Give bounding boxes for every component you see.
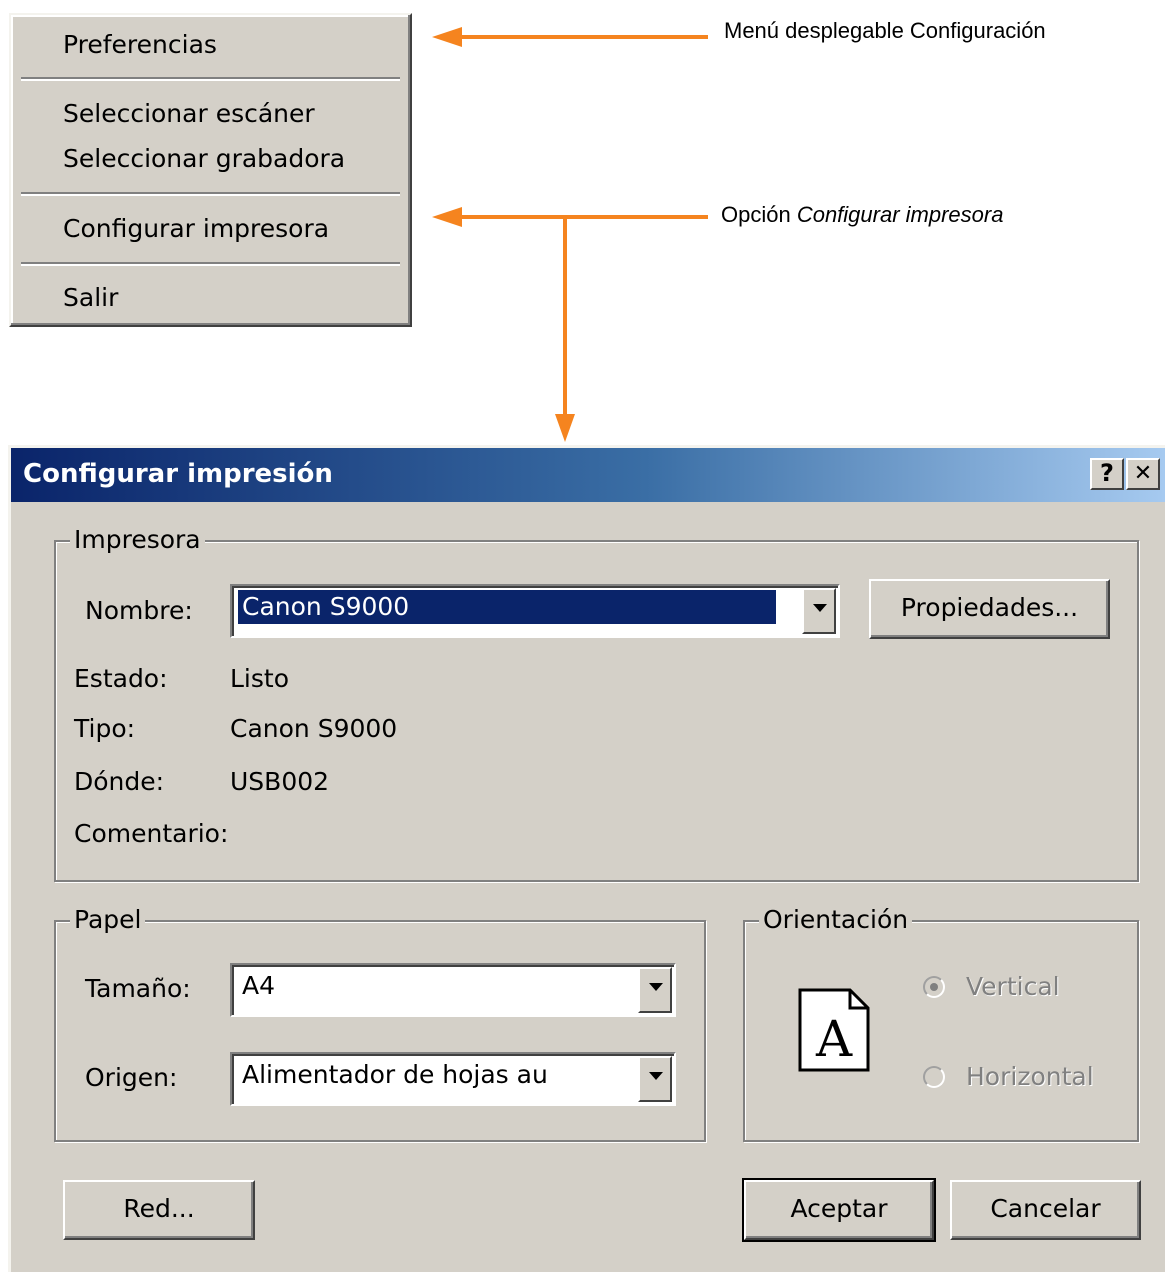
chevron-down-icon[interactable] [638,1056,672,1102]
paper-size-select[interactable]: A4 [230,963,676,1017]
ok-button[interactable]: Aceptar [742,1178,936,1242]
menu-callout-caption: Menú desplegable Configuración [724,18,1046,43]
portrait-page-icon: A [798,988,870,1072]
dialog-titlebar[interactable]: Configurar impresión ? ✕ [11,448,1165,502]
status-label: Estado: [74,664,168,693]
option-callout-arrowhead [432,207,462,227]
page-glyph: A [815,1010,853,1068]
portrait-radio-label: Vertical [966,972,1060,1001]
option-callout-name: Configurar impresora [796,202,1004,227]
type-label: Tipo: [74,714,136,743]
dialog-connector-arrowhead [555,414,575,442]
close-icon: ✕ [1133,461,1153,486]
paper-size-label: Tamaño: [85,974,191,1003]
close-button[interactable]: ✕ [1126,458,1160,490]
paper-source-value: Alimentador de hojas au [242,1060,548,1089]
landscape-radio-label: Horizontal [966,1062,1094,1091]
landscape-radio[interactable] [923,1066,945,1088]
paper-group-label: Papel [70,903,146,937]
printer-name-value: Canon S9000 [237,589,777,625]
where-value: USB002 [230,767,330,796]
network-button[interactable]: Red... [63,1180,255,1240]
chevron-down-icon[interactable] [802,588,836,634]
paper-groupbox: Papel [54,903,706,1142]
help-button[interactable]: ? [1090,458,1124,490]
type-value: Canon S9000 [230,714,398,743]
paper-source-label: Origen: [85,1063,178,1092]
help-icon: ? [1100,459,1114,487]
printer-name-label: Nombre: [85,596,193,625]
printer-group-label: Impresora [70,523,205,557]
dialog-title: Configurar impresión [23,459,333,489]
cancel-button[interactable]: Cancelar [950,1180,1141,1240]
option-callout-prefix: Opción [721,202,797,227]
orientation-group-label: Orientación [759,903,913,937]
where-label: Dónde: [74,767,165,796]
printer-name-select[interactable]: Canon S9000 [230,584,840,638]
status-value: Listo [230,664,289,693]
print-setup-dialog: Configurar impresión ? ✕ Impresora Nombr… [8,445,1165,1272]
chevron-down-icon[interactable] [638,967,672,1013]
paper-size-value: A4 [242,971,276,1000]
comment-label: Comentario: [74,819,229,848]
properties-button[interactable]: Propiedades... [869,579,1110,639]
paper-source-select[interactable]: Alimentador de hojas au [230,1052,676,1106]
portrait-radio[interactable] [923,976,945,998]
menu-callout-arrowhead [432,27,462,47]
option-callout-caption: Opción Configurar impresora [721,202,1003,228]
